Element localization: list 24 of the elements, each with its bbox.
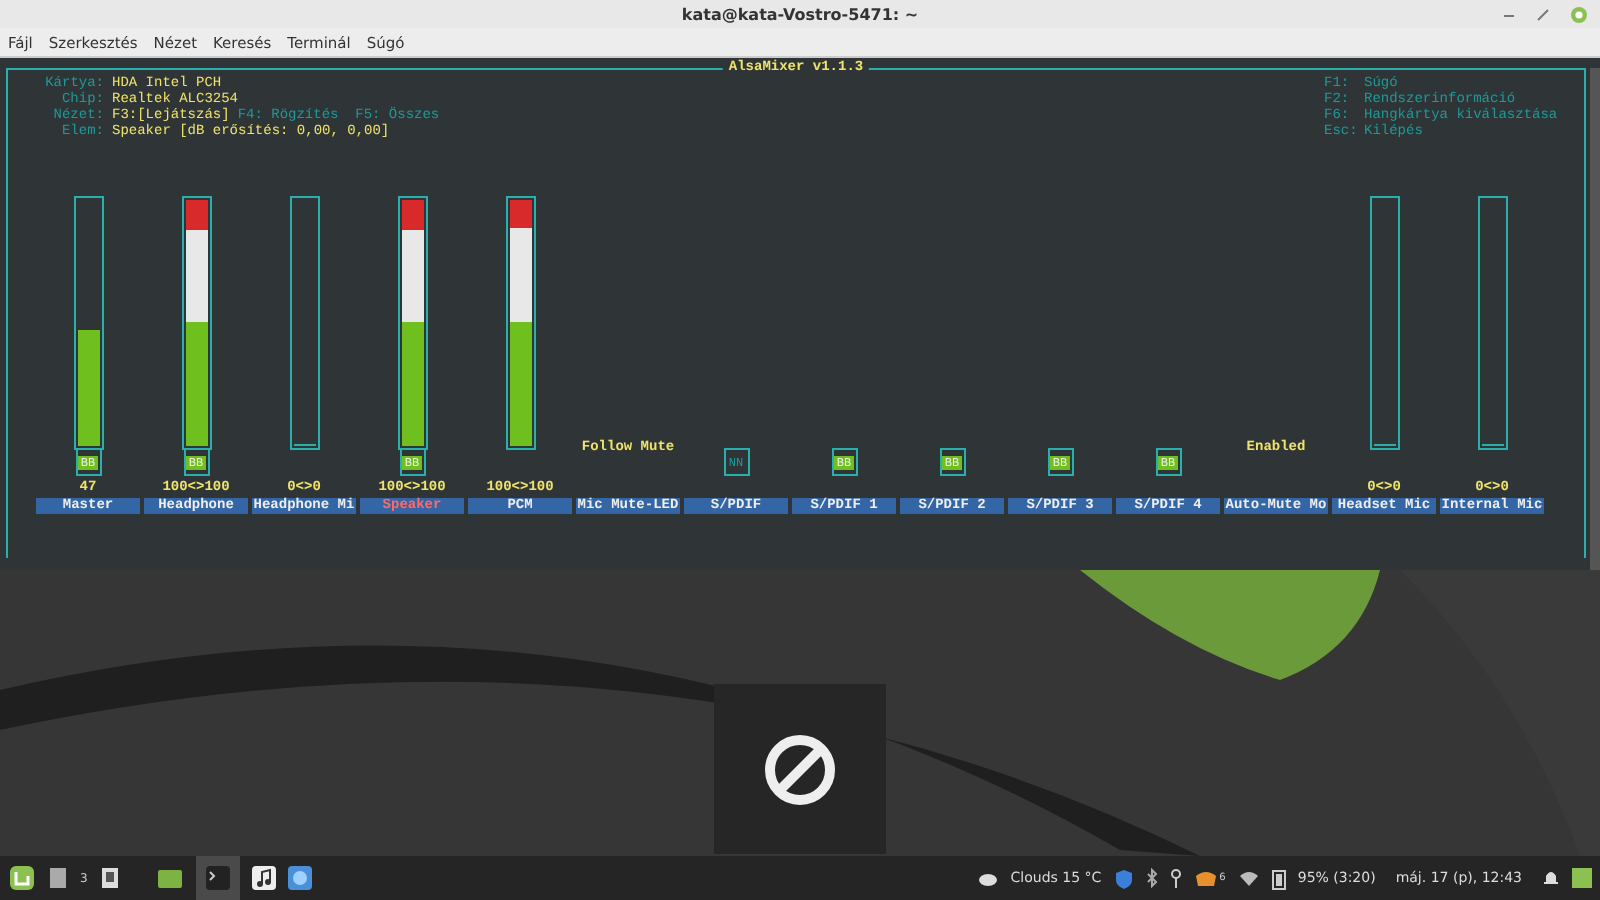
- bluetooth-icon[interactable]: [1145, 868, 1158, 888]
- show-desktop-icon[interactable]: [99, 866, 120, 890]
- close-icon: [1570, 5, 1588, 23]
- folder-icon[interactable]: [155, 866, 184, 890]
- cloud-icon[interactable]: [978, 868, 999, 888]
- battery-icon[interactable]: [1271, 867, 1286, 889]
- volume-bar[interactable]: [1369, 195, 1399, 449]
- music-note-icon[interactable]: [251, 866, 276, 890]
- bell-icon[interactable]: [1542, 868, 1560, 888]
- scrollbar[interactable]: [1590, 68, 1600, 570]
- maximize-icon: [1536, 7, 1550, 21]
- menu-logo-icon[interactable]: [8, 864, 36, 892]
- volume-bar[interactable]: [289, 195, 319, 449]
- shield-icon[interactable]: [1113, 867, 1134, 889]
- volume-bar[interactable]: [73, 196, 103, 450]
- location-pin-icon[interactable]: [1169, 868, 1182, 888]
- window-title: kata@kata-Vostro-5471: ~: [681, 5, 919, 23]
- volume-bar[interactable]: [1477, 195, 1507, 449]
- workspace-icon[interactable]: [48, 866, 68, 890]
- maximize-button[interactable]: [1536, 4, 1550, 24]
- browser-icon[interactable]: [287, 866, 312, 890]
- terminal-icon: [205, 866, 230, 890]
- prohibited-icon: [760, 729, 840, 809]
- wifi-icon[interactable]: [1237, 869, 1260, 887]
